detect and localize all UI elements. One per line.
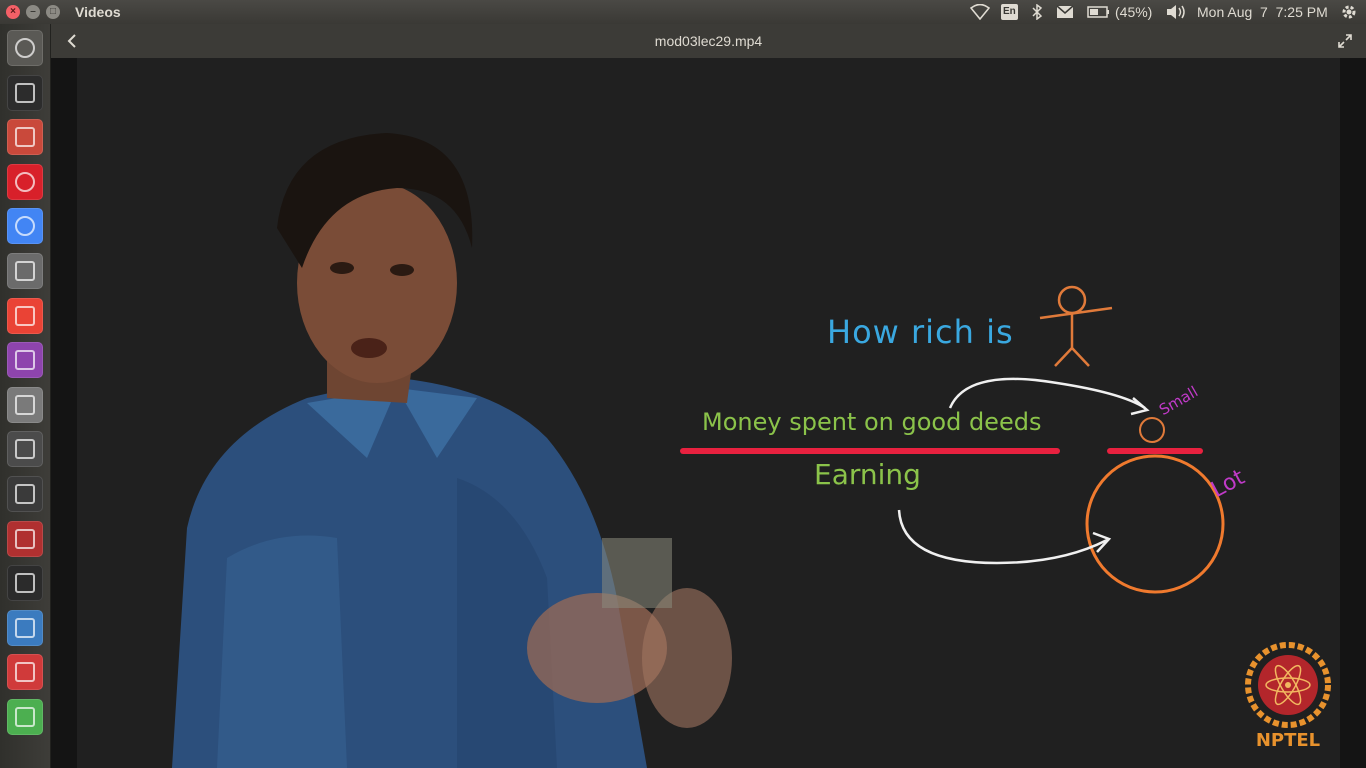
network-tool-icon [15, 528, 35, 549]
close-window-button[interactable]: × [6, 5, 20, 19]
chrome-icon [15, 216, 35, 237]
nptel-logo-label: NPTEL [1255, 730, 1321, 751]
numerator-text: Money spent on good deeds [702, 408, 1042, 436]
video-title: mod03lec29.mp4 [654, 33, 763, 49]
files-icon [15, 127, 35, 148]
keyboard-layout-label: En [1001, 4, 1018, 20]
video-editor-icon [15, 261, 35, 281]
launcher-item-sublime-text[interactable] [7, 431, 43, 468]
launcher-item-network-tool[interactable] [7, 520, 43, 557]
nptel-logo-icon [1245, 642, 1331, 728]
stick-figure-drawing [1039, 285, 1113, 367]
battery-indicator[interactable]: (45%) [1087, 0, 1152, 24]
launcher-item-pdf-reader[interactable] [7, 654, 43, 691]
gmail-icon [15, 305, 35, 326]
volume-icon[interactable] [1165, 0, 1187, 24]
sublime-text-icon [15, 439, 35, 460]
launcher-item-video-editor[interactable] [7, 253, 43, 289]
pdf-reader-icon [15, 662, 35, 683]
launcher-item-chrome[interactable] [7, 208, 43, 245]
app-title: Videos [75, 4, 121, 20]
launcher-item-ipython[interactable] [7, 476, 43, 512]
webcam-icon [15, 350, 35, 371]
keyboard-layout-indicator[interactable]: En [1001, 0, 1018, 24]
launcher-item-opera[interactable] [7, 163, 43, 200]
text-editor-icon [15, 394, 35, 415]
maximize-window-button[interactable]: □ [46, 5, 60, 19]
launcher-item-gp-tool[interactable] [7, 565, 43, 602]
launcher-item-terminal[interactable] [7, 74, 43, 111]
gp-tool-icon [15, 573, 35, 594]
video-header-bar: mod03lec29.mp4 [51, 24, 1366, 59]
launcher-item-gmail[interactable] [7, 297, 43, 334]
video-player[interactable]: How rich is Money spent on good deeds Ea… [51, 58, 1366, 768]
question-text: How rich is [827, 313, 1014, 351]
package-installer-icon [15, 707, 35, 727]
clock-label: Mon Aug 7 7:25 PM [1197, 4, 1328, 20]
launcher [0, 24, 51, 768]
denominator-text: Earning [814, 458, 921, 491]
mail-icon[interactable] [1056, 0, 1074, 24]
terminal-icon [15, 82, 35, 103]
fullscreen-button[interactable] [1332, 29, 1358, 53]
launcher-item-document-viewer[interactable] [7, 609, 43, 646]
battery-percentage: (45%) [1115, 4, 1153, 20]
arrow-numerator-to-small [948, 377, 1146, 410]
document-viewer-icon [15, 617, 35, 638]
top-panel: × – □ Videos En (45%) Mon Aug 7 7:25 PM [0, 0, 1366, 24]
big-circle-drawing [1085, 454, 1225, 594]
battery-icon [1087, 6, 1109, 18]
launcher-item-package-installer[interactable] [7, 699, 43, 735]
arrowhead-small [1130, 397, 1150, 416]
opera-icon [15, 171, 35, 192]
ipython-icon [15, 484, 35, 504]
arrow-earning-to-lot [897, 509, 1108, 565]
bluetooth-icon[interactable] [1031, 0, 1043, 24]
minimize-window-button[interactable]: – [26, 5, 40, 19]
wifi-icon[interactable] [970, 0, 990, 24]
launcher-item-dash-home[interactable] [7, 30, 43, 66]
gear-icon[interactable] [1340, 0, 1358, 24]
clock[interactable]: Mon Aug 7 7:25 PM [1197, 0, 1328, 24]
launcher-item-webcam[interactable] [7, 342, 43, 379]
video-frame[interactable]: How rich is Money spent on good deeds Ea… [77, 58, 1340, 768]
fullscreen-icon [1338, 34, 1352, 48]
launcher-item-files[interactable] [7, 119, 43, 156]
launcher-item-text-editor[interactable] [7, 386, 43, 423]
dash-home-icon [15, 38, 35, 58]
small-circle-drawing [1139, 417, 1165, 443]
